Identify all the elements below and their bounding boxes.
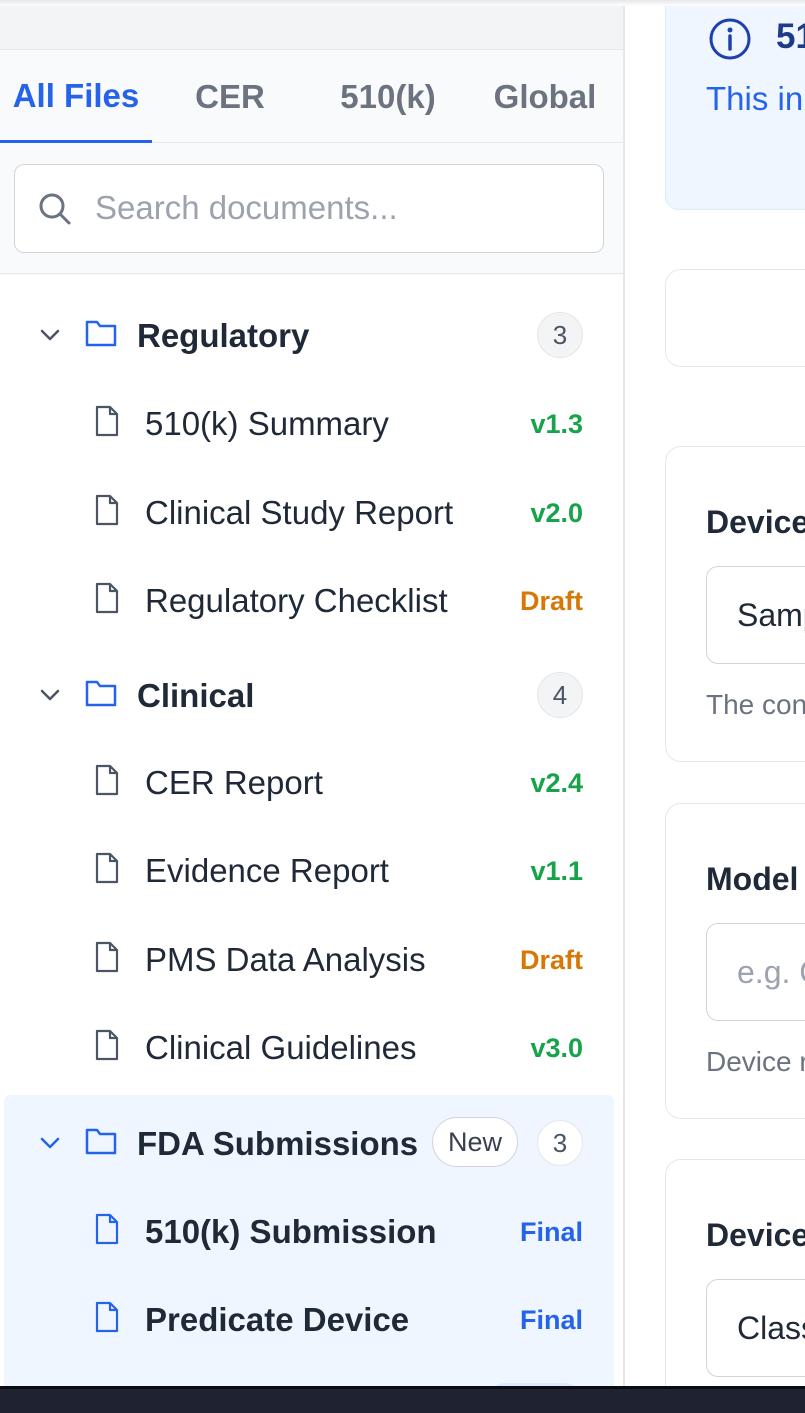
folder-fda-submissions[interactable]: FDA Submissions New 3: [0, 1113, 623, 1173]
tab-global[interactable]: Global: [480, 51, 610, 143]
document-icon: [95, 494, 119, 526]
file-name: Evidence Report: [145, 852, 389, 889]
device-class-value: Class: [737, 1310, 805, 1346]
chevron-down-icon[interactable]: [38, 323, 62, 347]
device-class-card: Device Class: [665, 1159, 805, 1386]
folder-name: FDA Submissions: [137, 1125, 419, 1162]
file-status: Draft: [519, 945, 583, 975]
file-tabs: All Files CER 510(k) Global: [0, 51, 623, 143]
file-row[interactable]: Clinical Study Report v2.0: [0, 484, 623, 544]
device-class-select[interactable]: Class: [706, 1279, 805, 1377]
folder-count-badge: 3: [537, 312, 583, 358]
file-name: Clinical Study Report: [145, 494, 454, 531]
file-status: v2.0: [530, 498, 583, 528]
folder-name: Regulatory: [137, 317, 310, 354]
file-row[interactable]: 510(k) Summary v1.3: [0, 395, 623, 455]
tab-all-files[interactable]: All Files: [0, 51, 152, 143]
chevron-down-icon[interactable]: [38, 683, 62, 707]
document-icon: [95, 941, 119, 973]
file-status: Draft: [519, 586, 583, 616]
search-area: [0, 144, 623, 274]
file-row-selected[interactable]: 510(k) Submission Final: [0, 1203, 623, 1263]
file-status: v1.3: [530, 409, 583, 439]
device-name-value: Samp: [737, 597, 805, 633]
device-name-card: Device Samp The con: [665, 446, 805, 762]
file-status: v1.1: [530, 856, 583, 886]
taskbar: [0, 1386, 805, 1413]
document-icon: [95, 405, 119, 437]
folder-name: Clinical: [137, 677, 255, 714]
file-status: v2.4: [530, 768, 583, 798]
document-icon: [95, 1029, 119, 1061]
folder-icon: [85, 680, 117, 707]
file-status: v3.0: [530, 1033, 583, 1063]
file-row[interactable]: CER Report v2.4: [0, 754, 623, 814]
file-name: PMS Data Analysis: [145, 941, 426, 978]
model-number-placeholder: e.g. C: [737, 954, 805, 990]
device-class-label: Device: [706, 1217, 805, 1253]
search-box: [14, 164, 604, 253]
document-icon: [95, 582, 119, 614]
file-name: 510(k) Summary: [145, 405, 389, 442]
document-icon: [95, 764, 119, 796]
info-icon: [709, 18, 751, 60]
folder-regulatory[interactable]: Regulatory 3: [0, 305, 623, 365]
file-status: Final: [519, 1217, 583, 1247]
file-row[interactable]: Clinical Guidelines v3.0: [0, 1019, 623, 1079]
device-name-help: The con: [706, 689, 805, 720]
folder-count-badge: 4: [537, 672, 583, 718]
model-number-input[interactable]: e.g. C: [706, 923, 805, 1021]
info-title: 51: [776, 17, 805, 56]
device-name-input[interactable]: Samp: [706, 566, 805, 664]
new-badge: New: [432, 1117, 519, 1167]
file-row-selected[interactable]: Predicate Device Final: [0, 1291, 623, 1351]
collapsed-section-card[interactable]: [665, 269, 805, 367]
model-number-help: Device r: [706, 1046, 805, 1077]
file-name: 510(k) Submission: [145, 1213, 437, 1250]
file-name: Clinical Guidelines: [145, 1029, 417, 1066]
main-panel: 51 This in predica Device Samp The con M…: [627, 6, 805, 1386]
document-icon: [95, 1301, 119, 1333]
model-number-card: Model e.g. C Device r: [665, 803, 805, 1119]
search-input[interactable]: [95, 183, 575, 233]
file-name: Predicate Device: [145, 1301, 410, 1338]
file-name: Regulatory Checklist: [145, 582, 448, 619]
folder-icon: [85, 1128, 117, 1155]
model-number-label: Model: [706, 861, 799, 897]
file-row[interactable]: Evidence Report v1.1: [0, 842, 623, 902]
search-icon: [39, 193, 71, 225]
document-icon: [95, 852, 119, 884]
info-banner: 51 This in predica: [665, 6, 805, 210]
file-row[interactable]: PMS Data Analysis Draft: [0, 931, 623, 991]
file-name: CER Report: [145, 764, 323, 801]
document-icon: [95, 1213, 119, 1245]
folder-count-badge: 3: [537, 1120, 583, 1166]
file-status: Final: [519, 1305, 583, 1335]
sidebar-header: [0, 6, 623, 50]
device-name-label: Device: [706, 504, 805, 540]
document-sidebar: All Files CER 510(k) Global Regulatory 3…: [0, 6, 625, 1386]
file-row[interactable]: Regulatory Checklist Draft: [0, 572, 623, 632]
document-tree: Regulatory 3 510(k) Summary v1.3 Clinica…: [0, 275, 623, 1386]
folder-clinical[interactable]: Clinical 4: [0, 665, 623, 725]
tab-510k[interactable]: 510(k): [318, 51, 458, 143]
chevron-down-icon[interactable]: [38, 1131, 62, 1155]
tab-cer[interactable]: CER: [165, 51, 295, 143]
folder-icon: [85, 320, 117, 347]
info-text: This in predica: [706, 80, 805, 117]
